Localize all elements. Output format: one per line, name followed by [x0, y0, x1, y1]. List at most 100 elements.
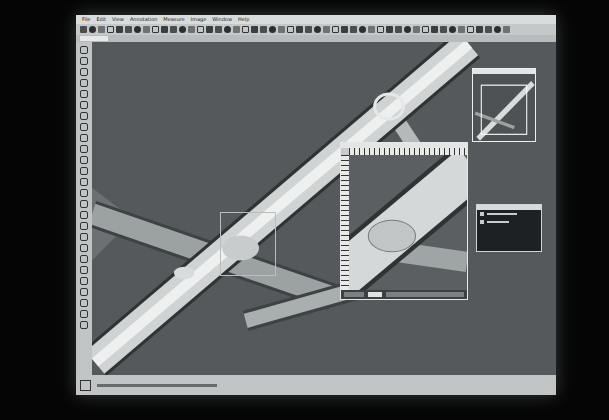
tool-icon[interactable] [368, 26, 375, 33]
tool-icon[interactable] [332, 26, 339, 33]
zoom-selection-box[interactable] [220, 212, 276, 276]
tool-icon[interactable] [341, 26, 348, 33]
layer-row[interactable] [477, 210, 541, 218]
menu-item[interactable]: Image [191, 16, 207, 23]
tool-icon[interactable] [422, 26, 429, 33]
tool-icon[interactable] [161, 26, 168, 33]
tool-icon[interactable] [80, 134, 88, 142]
tool-icon[interactable] [116, 26, 123, 33]
tool-icon[interactable] [80, 123, 88, 131]
tool-icon[interactable] [278, 26, 285, 33]
menu-item[interactable]: File [82, 16, 90, 23]
tool-icon[interactable] [170, 26, 177, 33]
tool-icon[interactable] [476, 26, 483, 33]
tool-icon[interactable] [440, 26, 447, 33]
tool-icon[interactable] [80, 79, 88, 87]
tool-icon[interactable] [314, 26, 321, 33]
tool-icon[interactable] [80, 244, 88, 252]
document-tab-icon[interactable] [80, 36, 108, 41]
tool-icon[interactable] [431, 26, 438, 33]
menu-item[interactable]: Annotation [130, 16, 157, 23]
tool-icon[interactable] [323, 26, 330, 33]
tool-icon[interactable] [494, 26, 501, 33]
magnifier-window[interactable] [340, 142, 468, 300]
tool-icon[interactable] [503, 26, 510, 33]
tool-icon[interactable] [386, 26, 393, 33]
tool-icon[interactable] [188, 26, 195, 33]
tool-icon[interactable] [179, 26, 186, 33]
tool-icon[interactable] [269, 26, 276, 33]
tool-icon[interactable] [305, 26, 312, 33]
overview-title-bar[interactable] [473, 69, 535, 74]
vertical-ruler [341, 155, 349, 290]
status-field-icon[interactable] [368, 292, 382, 297]
tool-icon[interactable] [359, 26, 366, 33]
tool-icon[interactable] [80, 26, 87, 33]
layer-label-icon [487, 221, 509, 223]
menu-item[interactable]: Window [212, 16, 232, 23]
tool-icon[interactable] [80, 112, 88, 120]
tool-icon[interactable] [80, 189, 88, 197]
tool-icon[interactable] [458, 26, 465, 33]
tool-icon[interactable] [80, 101, 88, 109]
tool-icon[interactable] [80, 277, 88, 285]
tool-icon[interactable] [377, 26, 384, 33]
tool-icon[interactable] [404, 26, 411, 33]
tool-icon[interactable] [80, 222, 88, 230]
tool-icon[interactable] [80, 68, 88, 76]
menu-item[interactable]: Edit [96, 16, 106, 23]
tool-icon[interactable] [125, 26, 132, 33]
tool-icon[interactable] [260, 26, 267, 33]
tool-icon[interactable] [80, 57, 88, 65]
tool-icon[interactable] [134, 26, 141, 33]
layers-panel [476, 204, 542, 252]
tool-icon[interactable] [350, 26, 357, 33]
tool-icon[interactable] [296, 26, 303, 33]
tool-icon[interactable] [287, 26, 294, 33]
tool-icon[interactable] [224, 26, 231, 33]
tool-icon[interactable] [413, 26, 420, 33]
tool-icon[interactable] [80, 310, 88, 318]
menu-item[interactable]: Help [238, 16, 249, 23]
tool-icon[interactable] [143, 26, 150, 33]
tool-icon[interactable] [80, 46, 88, 54]
image-canvas[interactable] [92, 42, 556, 375]
tool-icon[interactable] [197, 26, 204, 33]
tool-icon[interactable] [251, 26, 258, 33]
tool-icon[interactable] [80, 288, 88, 296]
tool-icon[interactable] [485, 26, 492, 33]
tool-icon[interactable] [107, 26, 114, 33]
tool-icon[interactable] [449, 26, 456, 33]
tool-icon[interactable] [206, 26, 213, 33]
workspace [76, 42, 556, 375]
tool-icon[interactable] [80, 233, 88, 241]
status-bar [76, 375, 556, 395]
layer-row[interactable] [477, 218, 541, 226]
tool-icon[interactable] [233, 26, 240, 33]
tool-icon[interactable] [89, 26, 96, 33]
layer-icon [480, 220, 484, 224]
tool-icon[interactable] [98, 26, 105, 33]
tool-icon[interactable] [80, 266, 88, 274]
tool-icon[interactable] [80, 156, 88, 164]
status-swatch-icon [80, 380, 91, 391]
tool-icon[interactable] [80, 200, 88, 208]
tool-icon[interactable] [467, 26, 474, 33]
tool-icon[interactable] [80, 299, 88, 307]
tool-icon[interactable] [152, 26, 159, 33]
tool-icon[interactable] [80, 255, 88, 263]
tool-icon[interactable] [242, 26, 249, 33]
menu-item[interactable]: View [112, 16, 124, 23]
expand-icon[interactable] [480, 212, 484, 216]
tool-icon[interactable] [80, 90, 88, 98]
menu-item[interactable]: Measure [163, 16, 184, 23]
tool-icon[interactable] [80, 178, 88, 186]
tool-icon[interactable] [395, 26, 402, 33]
tool-icon[interactable] [80, 145, 88, 153]
tool-icon[interactable] [80, 321, 88, 329]
overview-window[interactable] [472, 68, 536, 142]
tool-icon[interactable] [215, 26, 222, 33]
layer-label-icon [487, 213, 517, 215]
tool-icon[interactable] [80, 167, 88, 175]
tool-icon[interactable] [80, 211, 88, 219]
